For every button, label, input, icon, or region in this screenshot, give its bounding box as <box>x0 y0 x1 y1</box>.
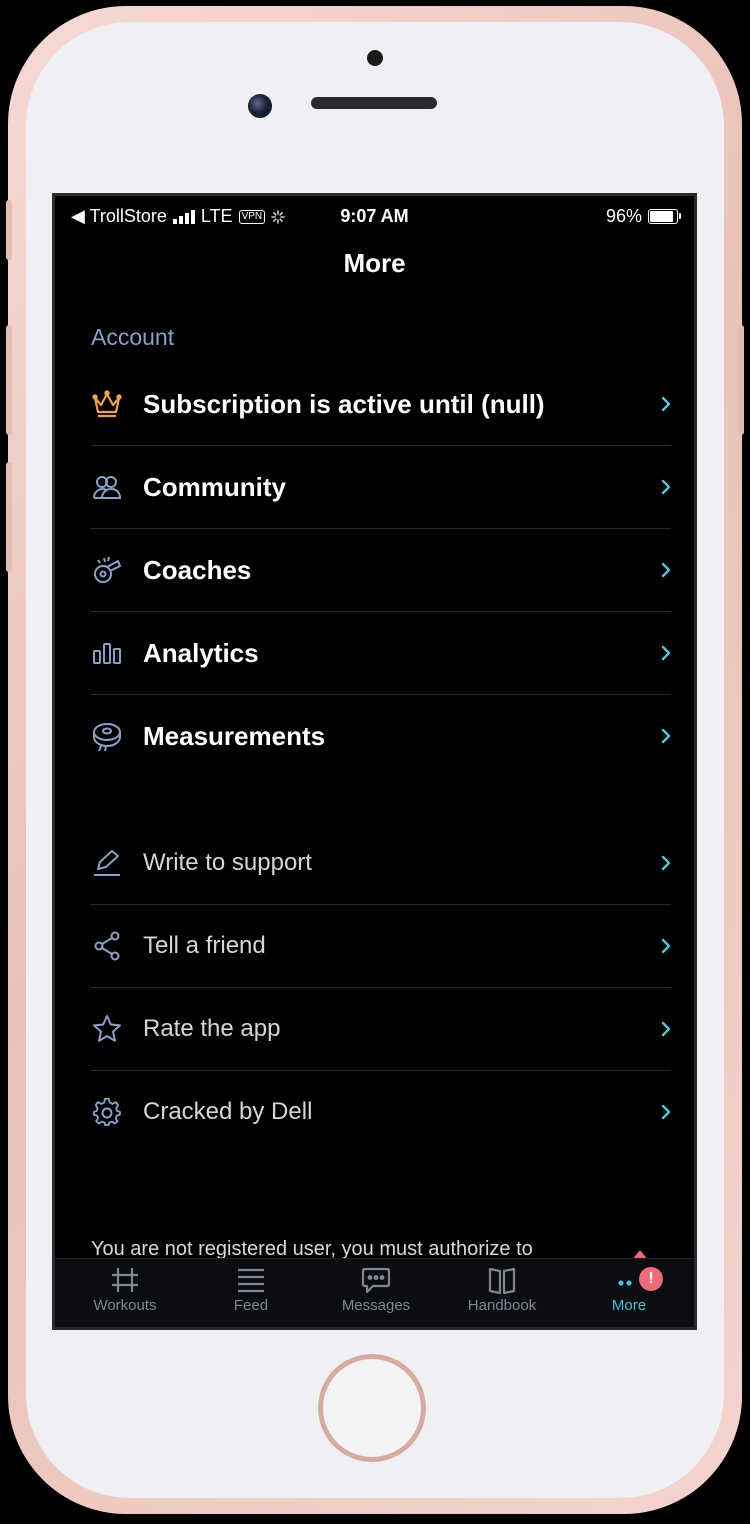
crown-icon <box>91 388 123 420</box>
proximity-sensor <box>367 50 383 66</box>
screen: ◀ TrollStore LTE VPN 9:07 AM 96% More Ac… <box>52 193 697 1330</box>
volume-up-button <box>6 325 12 435</box>
tell-a-friend-label: Tell a friend <box>143 932 266 959</box>
notification-badge: ! <box>639 1267 663 1291</box>
tab-feed[interactable]: Feed <box>187 1259 315 1327</box>
tape-measure-icon <box>91 720 123 752</box>
subscription-row[interactable]: Subscription is active until (null) <box>91 363 671 446</box>
chevron-right-icon <box>651 645 671 661</box>
analytics-label: Analytics <box>143 637 259 668</box>
chevron-right-icon <box>651 728 671 744</box>
tab-handbook[interactable]: Handbook <box>438 1259 566 1327</box>
battery-percent: 96% <box>605 206 642 226</box>
support-list: Write to support Tell a friend Rate the … <box>91 822 671 1153</box>
tab-handbook-label: Handbook <box>467 1297 537 1314</box>
write-to-support-label: Write to support <box>143 849 312 876</box>
chevron-right-icon <box>651 855 671 871</box>
page-title: More <box>343 248 406 278</box>
tab-messages[interactable]: Messages <box>312 1259 440 1327</box>
whistle-icon <box>91 554 123 586</box>
chevron-right-icon <box>651 1104 671 1120</box>
chevron-right-icon <box>651 938 671 954</box>
coaches-label: Coaches <box>143 554 252 585</box>
chat-icon <box>361 1267 391 1294</box>
measurements-label: Measurements <box>143 720 326 751</box>
community-row[interactable]: Community <box>91 446 671 529</box>
chevron-right-icon <box>651 479 671 495</box>
tab-more-label: More <box>611 1297 647 1314</box>
mute-switch <box>6 200 12 260</box>
tell-a-friend-row[interactable]: Tell a friend <box>91 905 671 988</box>
status-time: 9:07 AM <box>340 206 409 226</box>
tab-workouts[interactable]: Workouts <box>61 1259 189 1327</box>
volume-down-button <box>6 462 12 572</box>
home-button[interactable] <box>318 1354 426 1462</box>
rate-the-app-label: Rate the app <box>143 1015 281 1042</box>
tab-messages-label: Messages <box>341 1297 411 1314</box>
analytics-row[interactable]: Analytics <box>91 612 671 695</box>
front-camera <box>248 94 272 118</box>
write-to-support-row[interactable]: Write to support <box>91 822 671 905</box>
tab-feed-label: Feed <box>233 1297 269 1314</box>
cracked-by-dell-row[interactable]: Cracked by Dell <box>91 1071 671 1153</box>
chevron-right-icon <box>651 396 671 412</box>
community-label: Community <box>143 471 286 502</box>
book-icon <box>488 1267 516 1295</box>
subscription-label: Subscription is active until (null) <box>143 388 545 419</box>
account-list: Subscription is active until (null) Comm… <box>91 363 671 777</box>
earpiece-speaker <box>311 97 437 109</box>
pen-icon <box>91 847 123 879</box>
share-icon <box>91 930 123 962</box>
cracked-by-dell-label: Cracked by Dell <box>143 1098 313 1125</box>
tab-bar: Workouts Feed Messages Handbook ! More <box>55 1258 694 1327</box>
star-icon <box>91 1013 123 1045</box>
gear-icon <box>91 1096 123 1128</box>
feed-icon <box>238 1268 264 1293</box>
coaches-row[interactable]: Coaches <box>91 529 671 612</box>
bar-chart-icon <box>91 637 123 669</box>
rate-the-app-row[interactable]: Rate the app <box>91 988 671 1071</box>
tab-workouts-label: Workouts <box>93 1297 157 1314</box>
status-bar: ◀ TrollStore LTE VPN 9:07 AM 96% <box>55 196 694 238</box>
section-label-account: Account <box>91 324 175 350</box>
chevron-right-icon <box>651 1021 671 1037</box>
power-button <box>738 325 744 435</box>
people-icon <box>91 471 123 503</box>
chevron-right-icon <box>651 562 671 578</box>
battery-icon <box>648 209 681 224</box>
dumbbell-icon <box>112 1268 138 1292</box>
tab-more[interactable]: ! More <box>565 1259 693 1327</box>
measurements-row[interactable]: Measurements <box>91 695 671 777</box>
